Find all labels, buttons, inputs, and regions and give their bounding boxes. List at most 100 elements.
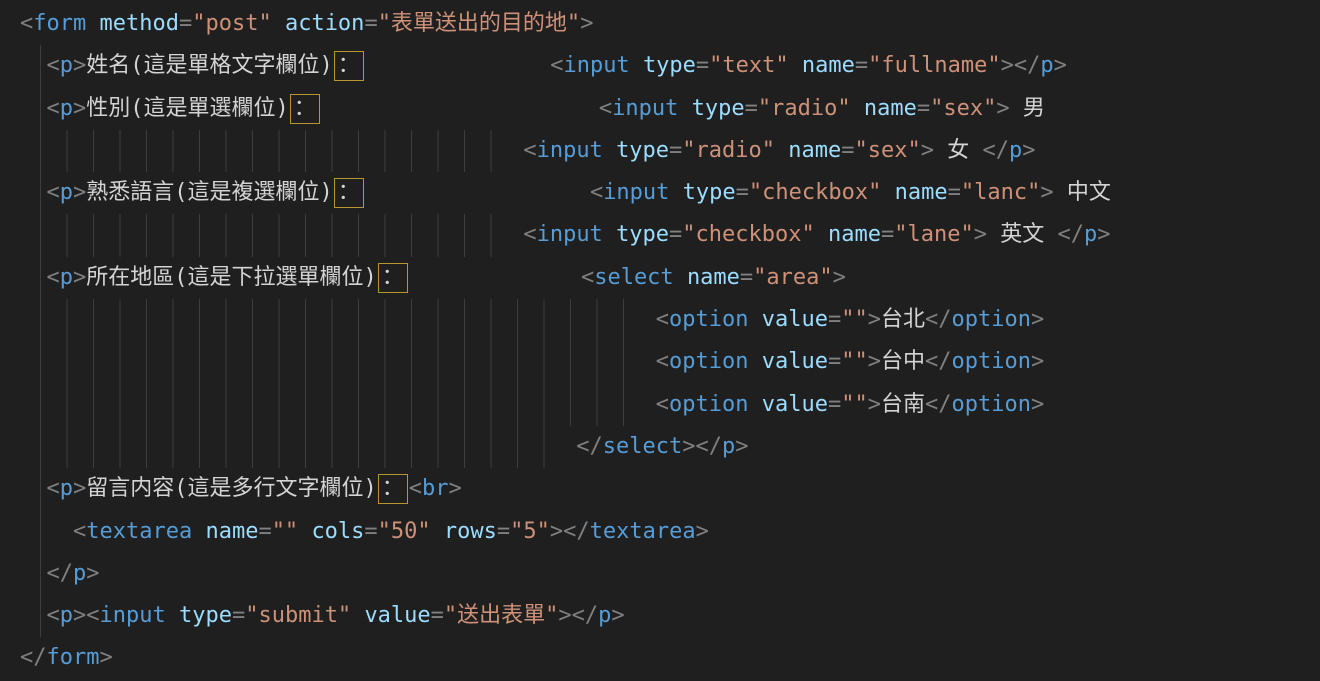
code-token-pu: = — [669, 138, 682, 163]
code-token-str: "" — [841, 349, 868, 374]
code-token-tag: p — [60, 96, 73, 121]
code-token-txt — [678, 96, 691, 121]
code-token-pu: </ — [925, 349, 952, 374]
code-line[interactable]: </p> — [0, 553, 1320, 595]
code-token-pu: < — [590, 180, 603, 205]
code-token-tag: option — [669, 349, 748, 374]
code-token-str: "sex" — [855, 138, 921, 163]
code-token-pu: < — [409, 476, 422, 501]
code-token-txt — [749, 392, 762, 417]
code-line-content: <input type="radio" name="sex"> 女 </p> — [20, 138, 1035, 163]
code-token-pu: < — [47, 96, 60, 121]
code-token-str: "post" — [192, 11, 271, 36]
code-line[interactable]: <p>熟悉語言(這是複選欄位)： <input type="checkbox" … — [0, 172, 1320, 214]
code-token-tag: textarea — [86, 519, 192, 544]
code-token-pu: < — [523, 138, 536, 163]
code-token-pu: > — [1097, 222, 1110, 247]
code-token-pu: > — [868, 349, 881, 374]
code-token-pu: > — [580, 11, 593, 36]
code-token-pu: = — [258, 519, 271, 544]
code-token-pu: = — [828, 307, 841, 332]
code-token-txt: 性別(這是單選欄位) — [86, 96, 289, 121]
code-token-attr: name — [895, 180, 948, 205]
code-token-str: "checkbox" — [682, 222, 814, 247]
code-token-txt — [789, 53, 802, 78]
code-token-pu: = — [497, 519, 510, 544]
code-token-txt — [86, 11, 99, 36]
code-token-pu: </ — [1057, 222, 1084, 247]
code-line[interactable]: <p>所在地區(這是下拉選單欄位)： <select name="area"> — [0, 257, 1320, 299]
code-token-str: "checkbox" — [749, 180, 881, 205]
code-line[interactable]: </form> — [0, 637, 1320, 679]
unicode-highlight-box: ： — [378, 263, 408, 293]
code-token-pu: < — [599, 96, 612, 121]
code-token-pu: = — [736, 180, 749, 205]
code-line-content: <p><input type="submit" value="送出表單"></p… — [20, 603, 625, 628]
code-token-txt — [365, 53, 550, 78]
code-token-txt — [272, 11, 285, 36]
code-token-tag: select — [594, 265, 673, 290]
code-line[interactable]: <input type="radio" name="sex"> 女 </p> — [0, 130, 1320, 172]
code-token-pu: </ — [982, 138, 1009, 163]
code-token-txt — [20, 603, 47, 628]
code-line[interactable]: <option value="">台南</option> — [0, 384, 1320, 426]
code-token-pu: = — [841, 138, 854, 163]
unicode-highlight-box: ： — [378, 474, 408, 504]
code-token-pu: > — [1022, 138, 1035, 163]
code-line-content: <form method="post" action="表單送出的目的地"> — [20, 11, 593, 36]
code-token-txt — [603, 138, 616, 163]
code-token-attr: value — [762, 392, 828, 417]
code-token-txt — [20, 96, 47, 121]
code-token-attr: name — [687, 265, 740, 290]
code-token-attr: type — [616, 138, 669, 163]
code-token-str: "" — [841, 392, 868, 417]
unicode-highlight-box: ： — [334, 51, 364, 81]
code-token-txt — [192, 519, 205, 544]
code-token-pu: < — [47, 180, 60, 205]
code-token-pu: < — [47, 53, 60, 78]
code-token-pu: < — [20, 11, 33, 36]
code-token-txt: 中文 — [1054, 180, 1111, 205]
code-token-tag: select — [603, 434, 682, 459]
code-token-txt: 熟悉語言(這是複選欄位) — [86, 180, 333, 205]
code-token-attr: method — [99, 11, 178, 36]
code-line[interactable]: <p><input type="submit" value="送出表單"></p… — [0, 595, 1320, 637]
code-line[interactable]: <p>留言内容(這是多行文字欄位)：<br> — [0, 468, 1320, 510]
code-token-tag: p — [60, 180, 73, 205]
code-line[interactable]: </select></p> — [0, 426, 1320, 468]
code-token-str: "text" — [709, 53, 788, 78]
code-editor[interactable]: <form method="post" action="表單送出的目的地"> <… — [0, 0, 1320, 681]
code-token-str: "" — [272, 519, 299, 544]
code-token-txt: 台中 — [881, 349, 925, 374]
code-token-str: "fullname" — [868, 53, 1000, 78]
code-token-attr: name — [205, 519, 258, 544]
code-token-txt — [20, 180, 47, 205]
code-line[interactable]: <input type="checkbox" name="lane"> 英文 <… — [0, 214, 1320, 256]
code-token-attr: name — [864, 96, 917, 121]
code-token-str: "lane" — [894, 222, 973, 247]
code-token-attr: type — [643, 53, 696, 78]
code-token-str: "area" — [753, 265, 832, 290]
unicode-highlight-box: ： — [334, 178, 364, 208]
code-token-txt: 所在地區(這是下拉選單欄位) — [86, 265, 377, 290]
code-line[interactable]: <p>性別(這是單選欄位)： <input type="radio" name=… — [0, 88, 1320, 130]
code-token-tag: p — [598, 603, 611, 628]
code-token-pu: > — [1031, 392, 1044, 417]
code-token-txt — [20, 561, 47, 586]
code-token-attr: value — [762, 307, 828, 332]
code-token-attr: name — [788, 138, 841, 163]
code-token-txt — [881, 180, 894, 205]
code-line[interactable]: <textarea name="" cols="50" rows="5"></t… — [0, 511, 1320, 553]
code-token-tag: p — [1084, 222, 1097, 247]
code-token-tag: option — [669, 392, 748, 417]
code-line[interactable]: <p>姓名(這是單格文字欄位)： <input type="text" name… — [0, 45, 1320, 87]
code-token-str: "送出表單" — [444, 603, 559, 628]
code-token-str: "sex" — [930, 96, 996, 121]
code-token-tag: input — [612, 96, 678, 121]
code-line-content: <p>所在地區(這是下拉選單欄位)： <select name="area"> — [20, 265, 846, 290]
code-line[interactable]: <form method="post" action="表單送出的目的地"> — [0, 3, 1320, 45]
code-line[interactable]: <option value="">台中</option> — [0, 341, 1320, 383]
code-line[interactable]: <option value="">台北</option> — [0, 299, 1320, 341]
code-token-pu: = — [179, 11, 192, 36]
code-token-attr: cols — [311, 519, 364, 544]
